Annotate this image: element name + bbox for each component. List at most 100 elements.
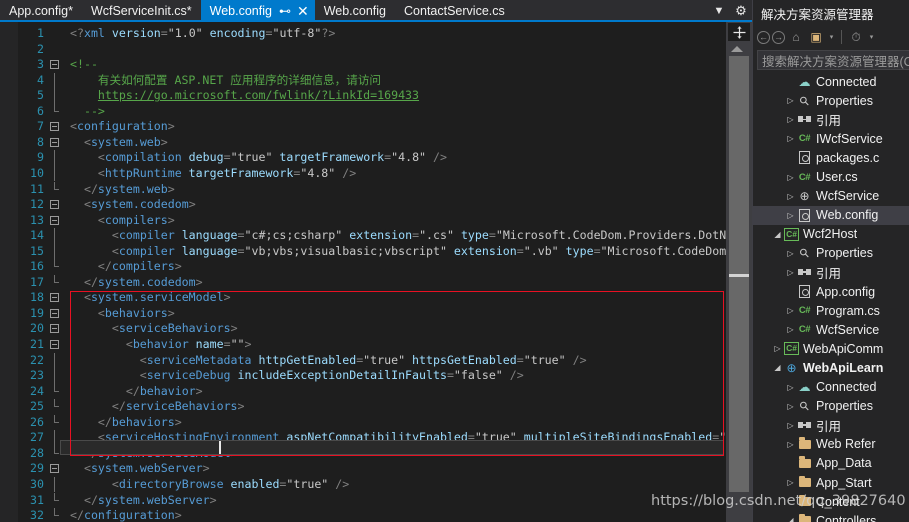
tree-item[interactable]: ☁ Connected bbox=[753, 72, 909, 91]
code-line[interactable]: 23 <serviceDebug includeExceptionDetailI… bbox=[0, 368, 726, 384]
code-line[interactable]: 22 <serviceMetadata httpGetEnabled="true… bbox=[0, 352, 726, 369]
code-line[interactable]: 1 <?xml version="1.0" encoding="utf-8"?> bbox=[0, 26, 726, 42]
expander-collapsed-icon[interactable]: ▷ bbox=[785, 110, 796, 129]
code-line[interactable]: 29 <system.webServer> bbox=[0, 461, 726, 477]
sync-with-active-document-icon[interactable]: ▣ bbox=[807, 28, 825, 46]
tree-item[interactable]: ▷ ⚲ Properties bbox=[753, 91, 909, 110]
scrollbar-thumb-upper[interactable] bbox=[729, 56, 749, 292]
tree-item[interactable]: ▷ C# WcfService bbox=[753, 320, 909, 339]
code-line[interactable]: 24 </behavior> bbox=[0, 383, 726, 400]
expander-collapsed-icon[interactable]: ▷ bbox=[785, 473, 796, 492]
tree-item[interactable]: ▷ C# User.cs bbox=[753, 167, 909, 186]
pin-tab-icon[interactable]: ⊷ bbox=[279, 5, 291, 17]
editor-split-view-button[interactable] bbox=[728, 23, 750, 41]
tree-item[interactable]: ▷ ☁ Connected bbox=[753, 378, 909, 397]
expander-collapsed-icon[interactable]: ▷ bbox=[785, 187, 796, 206]
code-line[interactable]: 20 <serviceBehaviors> bbox=[0, 321, 726, 337]
tree-item[interactable]: ▷ Web.config bbox=[753, 205, 909, 225]
expander-collapsed-icon[interactable]: ▷ bbox=[785, 416, 796, 435]
expander-collapsed-icon[interactable]: ▷ bbox=[785, 435, 796, 454]
tree-item[interactable]: ▷ 引用 bbox=[753, 110, 909, 129]
expander-collapsed-icon[interactable]: ▷ bbox=[785, 168, 796, 187]
tab-settings-gear[interactable]: ⚙ bbox=[730, 0, 752, 22]
expander-collapsed-icon[interactable]: ▷ bbox=[785, 301, 796, 320]
fold-collapse-icon[interactable] bbox=[50, 340, 59, 349]
fold-collapse-icon[interactable] bbox=[50, 215, 59, 225]
code-line[interactable]: 25 </serviceBehaviors> bbox=[0, 399, 726, 415]
expander-expanded-icon[interactable]: ◢ bbox=[785, 511, 796, 522]
code-line[interactable]: 30 <directoryBrowse enabled="true" /> bbox=[0, 476, 726, 493]
code-line[interactable]: 21 <behavior name=""> bbox=[0, 337, 726, 353]
tab-list-dropdown[interactable]: ▼ bbox=[708, 0, 730, 22]
code-line[interactable]: 15 <compiler language="vb;vbs;visualbasi… bbox=[0, 243, 726, 260]
editor-tab[interactable]: ContactService.cs bbox=[395, 0, 514, 22]
code-line[interactable]: 12 <system.codedom> bbox=[0, 197, 726, 213]
nav-forward-icon[interactable]: → bbox=[772, 30, 785, 44]
code-line[interactable]: 26 </behaviors> bbox=[0, 414, 726, 431]
code-line[interactable]: 16 </compilers> bbox=[0, 259, 726, 275]
tree-item[interactable]: App_Data bbox=[753, 454, 909, 473]
nav-back-icon[interactable]: ← bbox=[757, 30, 770, 44]
code-line[interactable]: 9 <compilation debug="true" targetFramew… bbox=[0, 150, 726, 166]
expander-collapsed-icon[interactable]: ▷ bbox=[785, 263, 796, 282]
editor-tab[interactable]: WcfServiceInit.cs* bbox=[81, 0, 201, 22]
expander-collapsed-icon[interactable]: ▷ bbox=[785, 244, 796, 263]
code-line[interactable]: 17 </system.codedom> bbox=[0, 274, 726, 291]
code-line[interactable]: 13 <compilers> bbox=[0, 213, 726, 229]
code-line[interactable]: 19 <behaviors> bbox=[0, 306, 726, 322]
fold-collapse-icon[interactable] bbox=[50, 464, 59, 474]
editor-tab[interactable]: Web.config ⊷ ✕ bbox=[200, 0, 315, 22]
code-line[interactable]: 14 <compiler language="c#;cs;csharp" ext… bbox=[0, 228, 726, 244]
tree-item[interactable]: ▷ 引用 bbox=[753, 416, 909, 435]
fold-collapse-icon[interactable] bbox=[50, 60, 59, 70]
fold-collapse-icon[interactable] bbox=[50, 324, 59, 334]
fold-collapse-icon[interactable] bbox=[50, 293, 59, 303]
code-line[interactable]: 10 <httpRuntime targetFramework="4.8" /> bbox=[0, 165, 726, 182]
expander-collapsed-icon[interactable]: ▷ bbox=[785, 320, 796, 339]
fold-collapse-icon[interactable] bbox=[50, 137, 59, 147]
code-line[interactable]: 6 --> bbox=[0, 103, 726, 120]
tree-item[interactable]: ▷ ⊕ WcfService bbox=[753, 187, 909, 206]
tree-item[interactable]: ◢ C# Wcf2Host bbox=[753, 225, 909, 244]
tree-item[interactable]: App.config bbox=[753, 282, 909, 301]
sync-dropdown-icon[interactable]: ▾ bbox=[827, 28, 836, 46]
solution-explorer-tree[interactable]: ☁ Connected ▷ ⚲ Properties ▷ 引用 ▷ C# IWcfService p… bbox=[753, 72, 909, 522]
expander-expanded-icon[interactable]: ◢ bbox=[772, 358, 783, 377]
tree-item[interactable]: ▷ C# WebApiComm bbox=[753, 339, 909, 358]
tree-item[interactable]: ▷ ⚲ Properties bbox=[753, 397, 909, 416]
code-line[interactable]: 5 https://go.microsoft.com/fwlink/?LinkI… bbox=[0, 88, 726, 104]
tree-item[interactable]: ▷ C# IWcfService bbox=[753, 129, 909, 148]
tree-item[interactable]: ◢ Controllers bbox=[753, 511, 909, 522]
code-line[interactable]: 7 <configuration> bbox=[0, 119, 726, 135]
solution-explorer-search-input[interactable]: 搜索解决方案资源管理器(C bbox=[757, 50, 909, 70]
tree-item[interactable]: ▷ C# Program.cs bbox=[753, 301, 909, 320]
pending-changes-filter-icon[interactable]: ⏱ bbox=[847, 28, 865, 46]
fold-collapse-icon[interactable] bbox=[50, 122, 59, 132]
editor-tab[interactable]: App.config* bbox=[0, 0, 82, 22]
filter-dropdown-icon[interactable]: ▾ bbox=[867, 28, 876, 46]
tree-item[interactable]: Content bbox=[753, 492, 909, 511]
expander-collapsed-icon[interactable]: ▷ bbox=[772, 339, 783, 358]
code-line[interactable]: 18 <system.serviceModel> bbox=[0, 290, 726, 306]
tree-item[interactable]: ▷ 引用 bbox=[753, 263, 909, 282]
code-line[interactable]: 31 </system.webServer> bbox=[0, 492, 726, 509]
home-icon[interactable]: ⌂ bbox=[787, 28, 805, 46]
scrollbar-thumb-lower[interactable] bbox=[729, 282, 749, 492]
expander-collapsed-icon[interactable]: ▷ bbox=[785, 206, 796, 225]
expander-collapsed-icon[interactable]: ▷ bbox=[785, 129, 796, 148]
tree-item[interactable]: ▷ Web Refer bbox=[753, 435, 909, 454]
fold-collapse-icon[interactable] bbox=[50, 200, 59, 210]
tree-item[interactable]: packages.c bbox=[753, 148, 909, 167]
editor-tab[interactable]: Web.config bbox=[314, 0, 396, 22]
fold-collapse-icon[interactable] bbox=[50, 308, 59, 318]
code-line[interactable]: 4 有关如何配置 ASP.NET 应用程序的详细信息，请访问 bbox=[0, 72, 726, 89]
expander-collapsed-icon[interactable]: ▷ bbox=[785, 397, 796, 416]
code-line[interactable]: 8 <system.web> bbox=[0, 135, 726, 151]
code-line[interactable]: 32 </configuration> bbox=[0, 508, 726, 522]
tree-item[interactable]: ◢ ⊕ WebApiLearn bbox=[753, 358, 909, 377]
close-tab-icon[interactable]: ✕ bbox=[297, 4, 309, 18]
code-line[interactable]: 2 bbox=[0, 42, 726, 58]
code-editor[interactable]: 1 <?xml version="1.0" encoding="utf-8"?> 2… bbox=[0, 22, 752, 522]
code-line[interactable]: 3 <!-- bbox=[0, 57, 726, 73]
tree-item[interactable]: ▷ App_Start bbox=[753, 473, 909, 492]
